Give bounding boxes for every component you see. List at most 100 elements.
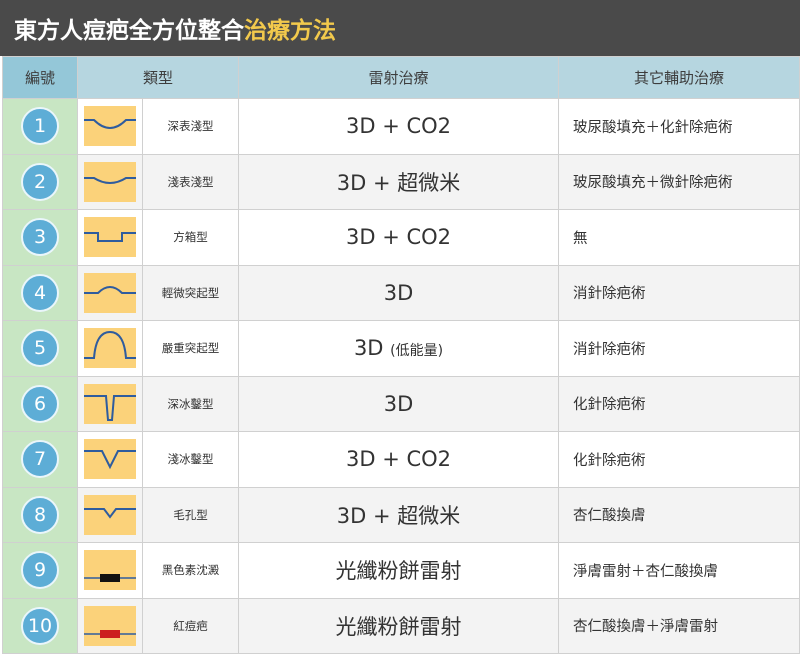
scar-icon-cell [77,264,143,321]
number-badge: 10 [21,606,59,645]
number-badge: 4 [21,273,59,312]
header-type: 類型 [76,56,240,99]
laser-treatment-text: 3D + CO2 [346,114,452,139]
scar-icon-cell [77,375,143,432]
laser-treatment: 3D + CO2 [238,98,560,155]
aux-treatment: 化針除疤術 [558,375,800,432]
severe-raised-icon [84,328,136,369]
scar-icon-cell [77,98,143,155]
shallow-deep-wave-icon [84,106,136,147]
laser-treatment: 3D + CO2 [238,209,560,266]
scar-type-label: 深冰鑿型 [141,375,240,432]
laser-treatment-text: 光纖粉餅雷射 [335,559,462,584]
scar-treatment-table: 編號 類型 雷射治療 其它輔助治療 1 深表淺型 3D + CO2 玻尿酸填充＋化針… [2,56,800,654]
table-header-row: 編號 類型 雷射治療 其它輔助治療 [2,56,800,99]
laser-treatment: 3D + 超微米 [238,153,560,210]
header-laser: 雷射治療 [238,56,560,99]
pore-scar-icon [84,494,136,535]
scar-icon-cell [77,542,143,599]
scar-type-label: 淺表淺型 [141,153,240,210]
shallow-icepick-icon [84,439,136,480]
laser-treatment: 3D [238,264,560,321]
laser-treatment: 3D (低能量) [238,320,560,377]
aux-treatment: 化針除疤術 [558,431,800,488]
aux-treatment: 消針除疤術 [558,320,800,377]
number-badge: 2 [21,162,59,201]
laser-treatment-text: 光纖粉餅雷射 [335,614,462,639]
number-cell: 4 [2,264,78,321]
scar-icon-cell [77,431,143,488]
table-row: 5 嚴重突起型 3D (低能量) 消針除疤術 [2,320,800,377]
laser-treatment-text: 3D [353,336,384,361]
scar-type-label: 方箱型 [141,209,240,266]
number-cell: 2 [2,153,78,210]
red-pigment-icon [84,605,136,646]
scar-type-label: 淺冰鑿型 [141,431,240,488]
aux-treatment: 玻尿酸填充＋微針除疤術 [558,153,800,210]
table-row: 4 輕微突起型 3D 消針除疤術 [2,264,800,321]
number-cell: 9 [2,542,78,599]
scar-icon-cell [77,597,143,654]
laser-treatment-text: 3D [383,280,414,305]
table-row: 3 方箱型 3D + CO2 無 [2,209,800,266]
scar-type-label: 輕微突起型 [141,264,240,321]
box-scar-icon [84,217,136,258]
aux-treatment: 杏仁酸換膚＋淨膚雷射 [558,597,800,654]
number-cell: 1 [2,98,78,155]
laser-treatment-text: 3D + CO2 [346,447,452,472]
deep-icepick-icon [84,383,136,424]
number-cell: 8 [2,486,78,543]
laser-treatment-text: 3D + 超微米 [336,503,461,528]
black-pigment-icon [84,550,136,591]
aux-treatment: 消針除疤術 [558,264,800,321]
laser-treatment-note: (低能量) [390,343,444,360]
number-badge: 6 [21,384,59,423]
number-cell: 7 [2,431,78,488]
scar-type-label: 嚴重突起型 [141,320,240,377]
table-row: 1 深表淺型 3D + CO2 玻尿酸填充＋化針除疤術 [2,98,800,155]
scar-icon-cell [77,153,143,210]
table-row: 10 紅痘疤 光纖粉餅雷射 杏仁酸換膚＋淨膚雷射 [2,597,800,654]
laser-treatment: 光纖粉餅雷射 [238,542,560,599]
laser-treatment-text: 3D + CO2 [346,225,452,250]
header-aux: 其它輔助治療 [558,56,800,99]
page-title-accent: 治療方法 [244,18,336,44]
laser-treatment: 3D [238,375,560,432]
scar-icon-cell [77,486,143,543]
shallow-shallow-wave-icon [84,161,136,202]
aux-treatment: 淨膚雷射＋杏仁酸換膚 [558,542,800,599]
number-cell: 10 [2,597,78,654]
scar-type-label: 紅痘疤 [141,597,240,654]
header-number: 編號 [2,56,78,99]
scar-icon-cell [77,320,143,377]
laser-treatment: 3D + 超微米 [238,486,560,543]
slight-raised-icon [84,272,136,313]
table-row: 6 深冰鑿型 3D 化針除疤術 [2,375,800,432]
laser-treatment: 光纖粉餅雷射 [238,597,560,654]
scar-type-label: 深表淺型 [141,98,240,155]
table-row: 7 淺冰鑿型 3D + CO2 化針除疤術 [2,431,800,488]
laser-treatment: 3D + CO2 [238,431,560,488]
number-badge: 3 [21,218,59,257]
number-badge: 7 [21,440,59,479]
number-cell: 6 [2,375,78,432]
number-badge: 5 [21,329,59,368]
table-row: 8 毛孔型 3D + 超微米 杏仁酸換膚 [2,486,800,543]
number-badge: 1 [21,107,59,146]
aux-treatment: 無 [558,209,800,266]
table-row: 9 黑色素沈澱 光纖粉餅雷射 淨膚雷射＋杏仁酸換膚 [2,542,800,599]
aux-treatment: 玻尿酸填充＋化針除疤術 [558,98,800,155]
scar-icon-cell [77,209,143,266]
page-title: 東方人痘疤全方位整合 [14,18,244,44]
number-badge: 9 [21,551,59,590]
laser-treatment-text: 3D [383,391,414,416]
number-cell: 5 [2,320,78,377]
number-cell: 3 [2,209,78,266]
scar-type-label: 黑色素沈澱 [141,542,240,599]
table-row: 2 淺表淺型 3D + 超微米 玻尿酸填充＋微針除疤術 [2,153,800,210]
scar-type-label: 毛孔型 [141,486,240,543]
laser-treatment-text: 3D + 超微米 [336,170,461,195]
aux-treatment: 杏仁酸換膚 [558,486,800,543]
number-badge: 8 [21,495,59,534]
title-bar: 東方人痘疤全方位整合 治療方法 [0,0,800,56]
